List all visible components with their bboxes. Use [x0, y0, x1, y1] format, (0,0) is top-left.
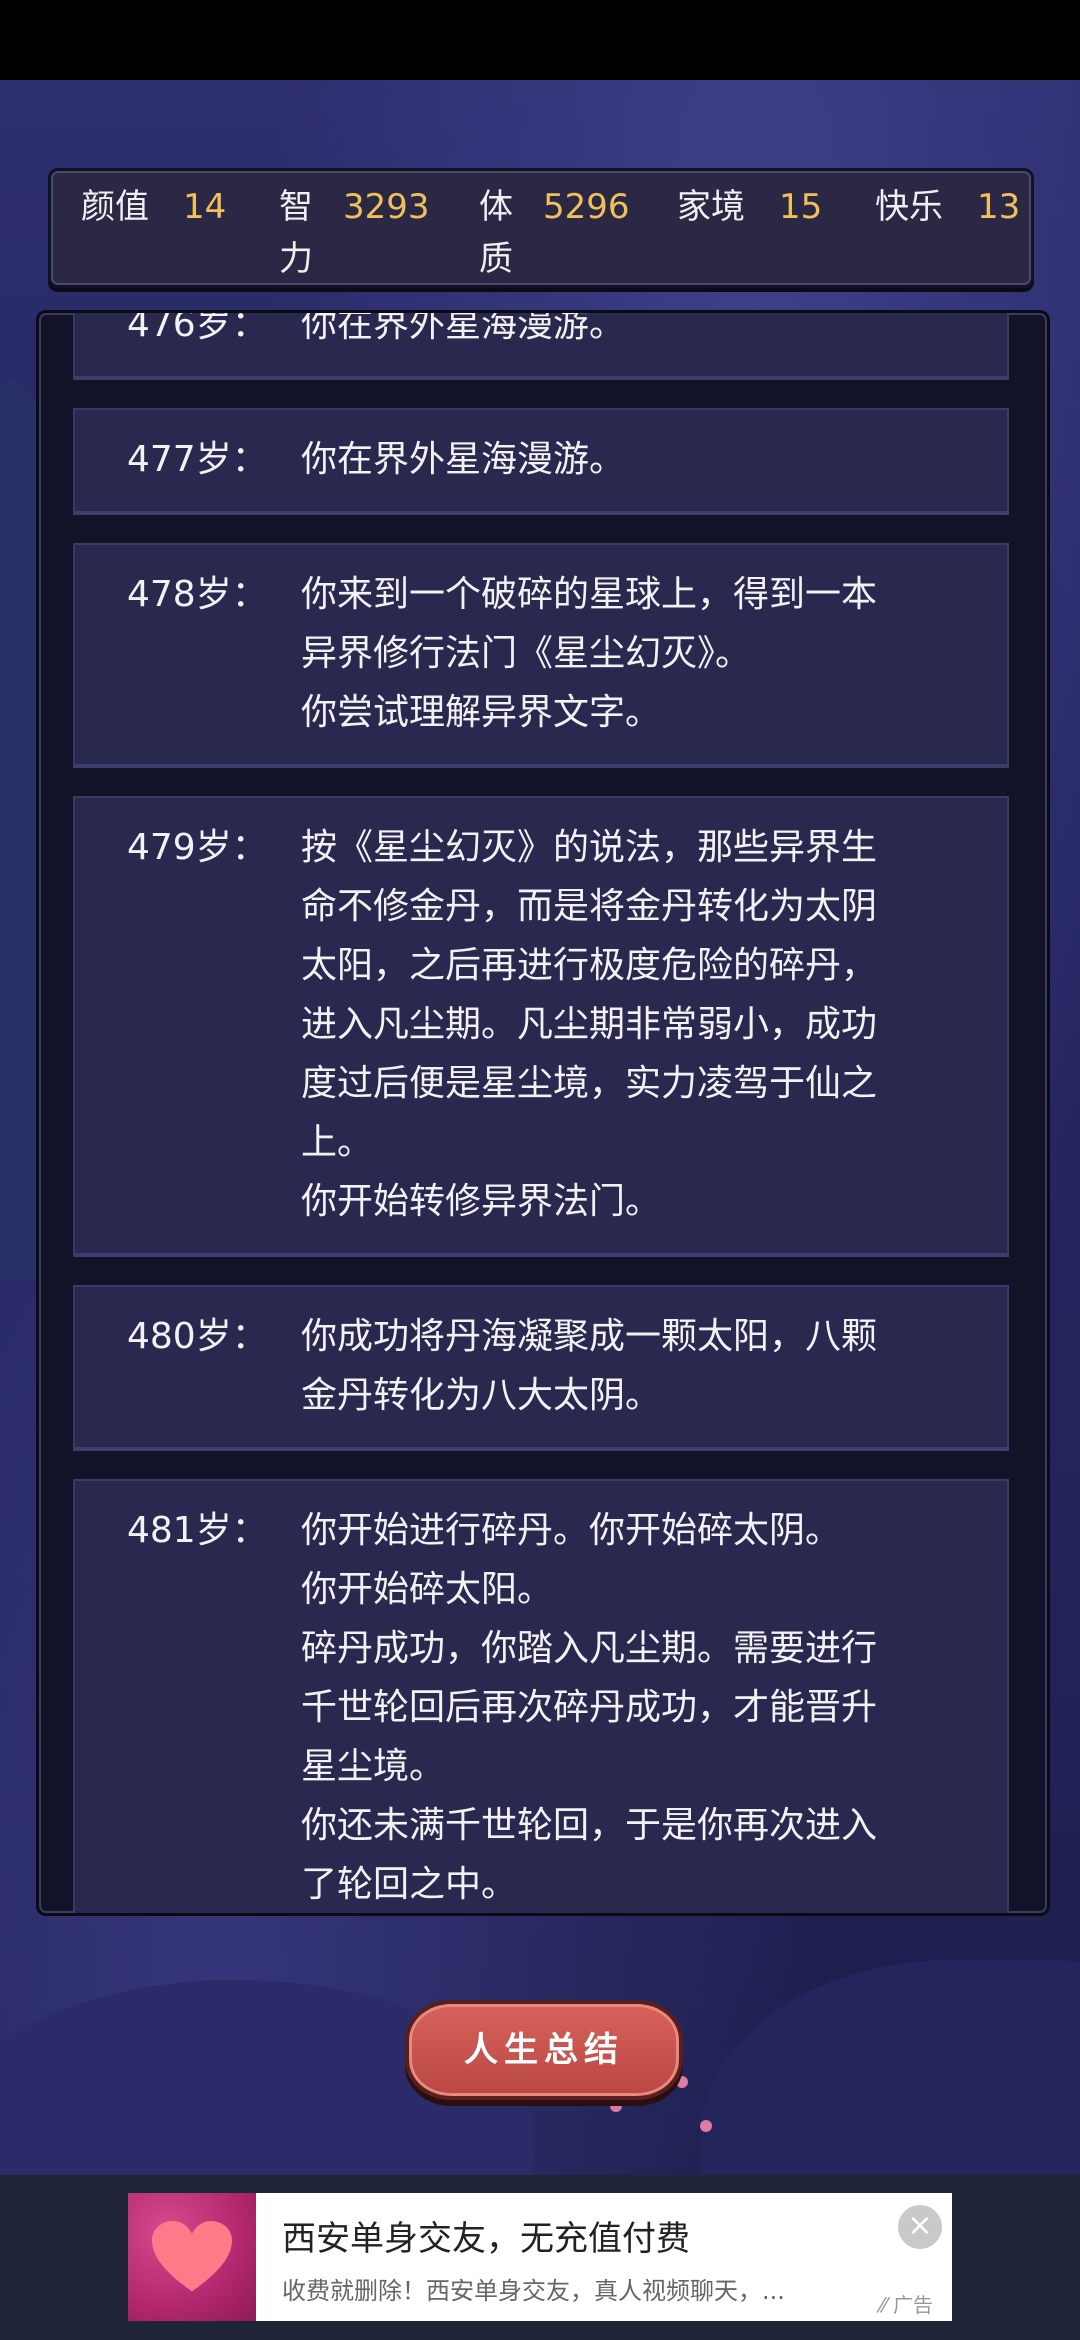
stat-appearance: 颜值 14 [81, 187, 227, 227]
log-entry-line: 进入凡尘期。凡尘期非常弱小，成功 [301, 1004, 878, 1045]
log-entry: 477岁： 你在界外星海漫游。 [73, 408, 1009, 515]
log-entry-line: 太阳，之后再进行极度危险的碎丹， [301, 945, 878, 986]
ad-title[interactable]: 西安单身交友，无充值付费 [282, 2211, 690, 2260]
log-entry-age: 481岁： [127, 1510, 268, 1551]
status-bar [0, 0, 1080, 80]
log-entry: 480岁： 你成功将丹海凝聚成一颗太阳，八颗 金丹转化为八大太阴。 [73, 1285, 1009, 1451]
ad-banner[interactable]: 西安单身交友，无充值付费 收费就删除！西安单身交友，真人视频聊天，... × ⁄… [128, 2193, 952, 2321]
log-entry-line: 你来到一个破碎的星球上，得到一本 [301, 574, 878, 615]
ad-image[interactable] [128, 2193, 256, 2321]
log-entry-line: 按《星尘幻灭》的说法，那些异界生 [301, 827, 878, 868]
ad-label: ⁄⁄ 广告 [880, 2293, 934, 2317]
log-entry-line: 命不修金丹，而是将金丹转化为太阴 [301, 886, 878, 927]
log-entry-line: 碎丹成功，你踏入凡尘期。需要进行 [301, 1628, 878, 1669]
life-summary-button[interactable]: 人生总结 [405, 2000, 683, 2100]
log-entry-line: 你尝试理解异界文字。 [301, 692, 662, 733]
log-entry-line: 千世轮回后再次碎丹成功，才能晋升 [301, 1687, 878, 1728]
log-entry-text: 你来到一个破碎的星球上，得到一本 异界修行法门《星尘幻灭》。 你尝试理解异界文字。 [301, 565, 991, 742]
stat-physique: 体质 5296 [479, 187, 630, 279]
log-entry-line: 金丹转化为八大太阴。 [301, 1375, 662, 1416]
log-entry-line: 你开始进行碎丹。你开始碎太阴。 [301, 1510, 842, 1551]
ad-description[interactable]: 收费就删除！西安单身交友，真人视频聊天，... [282, 2271, 842, 2306]
log-entry-line: 上。 [301, 1122, 374, 1163]
ad-banner-area: 西安单身交友，无充值付费 收费就删除！西安单身交友，真人视频聊天，... × ⁄… [0, 2175, 1080, 2340]
log-entry: 481岁： 你开始进行碎丹。你开始碎太阴。 你开始碎太阳。碎丹成功，你踏入凡尘期。需… [73, 1479, 1009, 1916]
log-entry-age: 477岁： [127, 439, 268, 480]
log-entry-line: 你还未满千世轮回，于是你再次进入 [301, 1805, 878, 1846]
log-entry-text: 你在界外星海漫游。 [301, 430, 991, 489]
life-log-panel[interactable]: 476岁： 你在界外星海漫游。 477岁： 你在界外星海漫游。 478岁： 你来到一个破碎… [36, 310, 1050, 1916]
log-entry-line: 你成功将丹海凝聚成一颗太阳，八颗 [301, 1316, 878, 1357]
log-entry-line: 你开始碎太阳。 [301, 1569, 554, 1610]
heart-icon [152, 2221, 232, 2292]
log-entry-line: 了轮回之中。 [301, 1864, 518, 1905]
log-entry-line: 一生结束了。 [301, 1914, 991, 1916]
close-icon[interactable]: × [898, 2205, 942, 2249]
log-entry-line: 你在界外星海漫游。 [301, 310, 626, 345]
log-entry-text: 你成功将丹海凝聚成一颗太阳，八颗 金丹转化为八大太阴。 [301, 1307, 991, 1425]
log-entry-text: 按《星尘幻灭》的说法，那些异界生 命不修金丹，而是将金丹转化为太阴 太阳，之后再进行… [301, 818, 991, 1231]
life-log-list[interactable]: 476岁： 你在界外星海漫游。 477岁： 你在界外星海漫游。 478岁： 你来到一个破碎… [73, 310, 1009, 1916]
log-entry-line: 异界修行法门《星尘幻灭》。 [301, 633, 752, 674]
log-entry: 476岁： 你在界外星海漫游。 [73, 310, 1009, 380]
log-entry: 479岁： 按《星尘幻灭》的说法，那些异界生 命不修金丹，而是将金丹转化为太阴 太阳，… [73, 796, 1009, 1257]
stat-intelligence: 智力 3293 [279, 187, 430, 279]
log-entry-age: 479岁： [127, 827, 268, 868]
log-entry-line: 星尘境。 [301, 1746, 446, 1787]
log-entry-text: 你在界外星海漫游。 [301, 310, 991, 354]
log-entry-age: 480岁： [127, 1316, 268, 1357]
attribute-stats-panel: 颜值 14 智力 3293 体质 5296 家境 15 快乐 13 [48, 168, 1034, 288]
log-entry-age: 478岁： [127, 574, 268, 615]
log-entry-text: 你开始进行碎丹。你开始碎太阴。 你开始碎太阳。碎丹成功，你踏入凡尘期。需要进行 千世… [301, 1501, 991, 1916]
log-entry: 478岁： 你来到一个破碎的星球上，得到一本 异界修行法门《星尘幻灭》。 你尝试理解异… [73, 543, 1009, 768]
stat-family: 家境 15 [677, 187, 823, 227]
log-entry-line: 你在界外星海漫游。 [301, 439, 626, 480]
log-entry-age: 476岁： [127, 310, 268, 345]
stat-happiness: 快乐 13 [875, 187, 1021, 227]
log-entry-line: 你开始转修异界法门。 [301, 1181, 662, 1222]
log-entry-line: 度过后便是星尘境，实力凌驾于仙之 [301, 1063, 878, 1104]
